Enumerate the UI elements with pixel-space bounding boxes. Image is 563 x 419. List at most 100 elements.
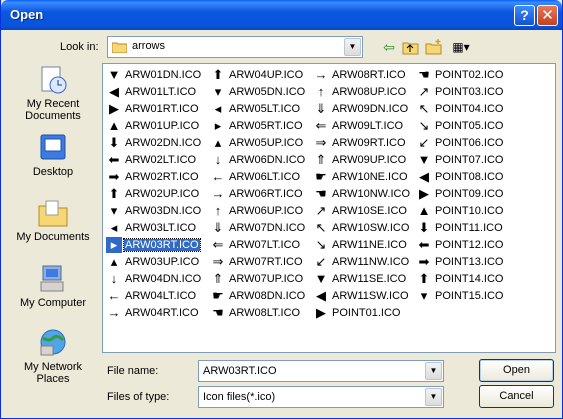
file-name: POINT08.ICO — [435, 171, 504, 183]
file-type-value: Icon files(*.ico) — [203, 391, 276, 403]
file-name: POINT07.ICO — [435, 154, 504, 166]
file-icon: ▴ — [214, 135, 222, 150]
file-icon: ▶ — [316, 305, 326, 320]
file-name: POINT01.ICO — [332, 307, 401, 319]
file-name: ARW11SW.ICO — [332, 290, 409, 302]
look-in-value: arrows — [132, 40, 166, 52]
file-icon: ◂ — [110, 220, 118, 235]
file-name: POINT13.ICO — [435, 256, 504, 268]
file-icon: ▸ — [214, 118, 222, 133]
file-name: POINT12.ICO — [435, 239, 504, 251]
file-name: ARW07DN.ICO — [229, 222, 306, 234]
close-button[interactable]: ✕ — [537, 5, 558, 26]
place-label: My Documents — [16, 231, 90, 243]
file-icon: ▸ — [106, 237, 122, 253]
file-name: ARW06UP.ICO — [229, 205, 304, 217]
file-name: ARW03RT.ICO — [123, 238, 201, 252]
file-icon: ▲ — [107, 118, 121, 133]
file-name: ARW01LT.ICO — [125, 86, 197, 98]
folder-icon — [112, 42, 127, 53]
file-name: ARW03LT.ICO — [125, 222, 197, 234]
cancel-button[interactable]: Cancel — [479, 385, 554, 408]
file-name: ARW08UP.ICO — [332, 86, 407, 98]
file-icon: ⇐ — [315, 118, 327, 133]
file-icon: ↗ — [315, 203, 327, 218]
file-icon: ➡ — [418, 254, 430, 269]
file-name: POINT09.ICO — [435, 188, 504, 200]
file-icon: ▶ — [109, 101, 119, 116]
file-name: ARW10SE.ICO — [332, 205, 407, 217]
file-icon: ↗ — [418, 84, 430, 99]
file-icon: ☚ — [212, 305, 224, 320]
file-name: POINT14.ICO — [435, 273, 504, 285]
file-icon: → — [107, 305, 121, 320]
view-menu-icon[interactable]: ▦▾ — [448, 38, 474, 56]
file-name: ARW09DN.ICO — [332, 103, 409, 115]
place-my-documents[interactable]: My Documents — [6, 198, 100, 243]
file-name: POINT11.ICO — [435, 222, 503, 234]
file-name: POINT04.ICO — [435, 103, 504, 115]
help-button[interactable]: ? — [514, 5, 535, 26]
file-name: ARW07LT.ICO — [229, 239, 301, 251]
open-dialog: Open ? ✕ Look in: arrows ▼ ⇦ ▦▾ My Recen… — [0, 0, 563, 419]
file-name: ARW05RT.ICO — [229, 120, 303, 132]
file-icon: → — [314, 67, 328, 82]
place-recent-documents[interactable]: My Recent Documents — [6, 65, 100, 122]
title-bar[interactable]: Open ? ✕ — [1, 0, 562, 30]
place-label: My Network Places — [23, 361, 83, 385]
file-icon: ↘ — [418, 118, 430, 133]
file-name: ARW08LT.ICO — [229, 307, 301, 319]
file-list[interactable]: ▼ ARW01DN.ICO ◀ ARW01LT.ICO ▶ ARW01RT.ICO ▲ ARW… — [102, 63, 556, 353]
file-name: POINT15.ICO — [435, 290, 504, 302]
dialog-title: Open — [10, 7, 44, 22]
file-icon: ▼ — [314, 271, 328, 286]
open-button[interactable]: Open — [479, 359, 554, 382]
file-name: ARW01UP.ICO — [125, 120, 200, 132]
recent-documents-icon — [41, 66, 67, 94]
place-label: My Recent Documents — [25, 98, 81, 122]
file-name: ARW01DN.ICO — [125, 69, 202, 81]
file-name: POINT02.ICO — [435, 69, 504, 81]
file-icon: ▾ — [214, 84, 222, 99]
file-name: ARW08RT.ICO — [332, 69, 406, 81]
places-bar: My Recent Documents Desktop My Documents… — [6, 63, 100, 407]
file-icon: ▼ — [107, 67, 121, 82]
file-icon: ☚ — [315, 186, 327, 201]
file-name: ARW03DN.ICO — [125, 205, 202, 217]
desktop-icon — [40, 134, 66, 160]
file-icon: ▾ — [420, 288, 428, 303]
file-icon: ↙ — [418, 135, 430, 150]
file-name: ARW02RT.ICO — [125, 171, 199, 183]
up-folder-icon[interactable] — [402, 39, 419, 55]
file-name: ARW02LT.ICO — [125, 154, 197, 166]
chevron-down-icon[interactable]: ▼ — [344, 38, 361, 56]
file-icon: ↖ — [418, 101, 430, 116]
place-network-places[interactable]: My Network Places — [6, 328, 100, 385]
file-name-input[interactable]: ARW03RT.ICO ▼ — [198, 360, 444, 382]
file-icon: ☛ — [212, 288, 224, 303]
chevron-down-icon[interactable]: ▼ — [425, 362, 442, 380]
file-icon: → — [211, 186, 225, 201]
file-icon: ⇑ — [315, 152, 327, 167]
back-icon[interactable]: ⇦ — [379, 38, 399, 56]
file-name: ARW06LT.ICO — [229, 171, 301, 183]
look-in-dropdown[interactable]: arrows ▼ — [107, 36, 363, 58]
file-icon: ▼ — [417, 152, 431, 167]
file-icon: ⇑ — [212, 271, 224, 286]
place-label: My Computer — [19, 297, 87, 309]
file-icon: ⬇ — [108, 135, 120, 150]
file-icon: ▶ — [419, 186, 429, 201]
place-desktop[interactable]: Desktop — [6, 133, 100, 178]
file-type-dropdown[interactable]: Icon files(*.ico) ▼ — [198, 386, 444, 408]
file-name: ARW05LT.ICO — [229, 103, 301, 115]
file-icon: ⇐ — [212, 237, 224, 252]
new-folder-icon[interactable] — [425, 39, 443, 55]
file-icon: ↘ — [315, 237, 327, 252]
file-icon: ◀ — [316, 288, 326, 303]
file-name: ARW06RT.ICO — [229, 188, 303, 200]
chevron-down-icon[interactable]: ▼ — [425, 388, 442, 406]
place-my-computer[interactable]: My Computer — [6, 264, 100, 309]
file-name: ARW09LT.ICO — [332, 120, 404, 132]
file-name: ARW03UP.ICO — [125, 256, 200, 268]
file-name: ARW11NE.ICO — [332, 239, 407, 251]
